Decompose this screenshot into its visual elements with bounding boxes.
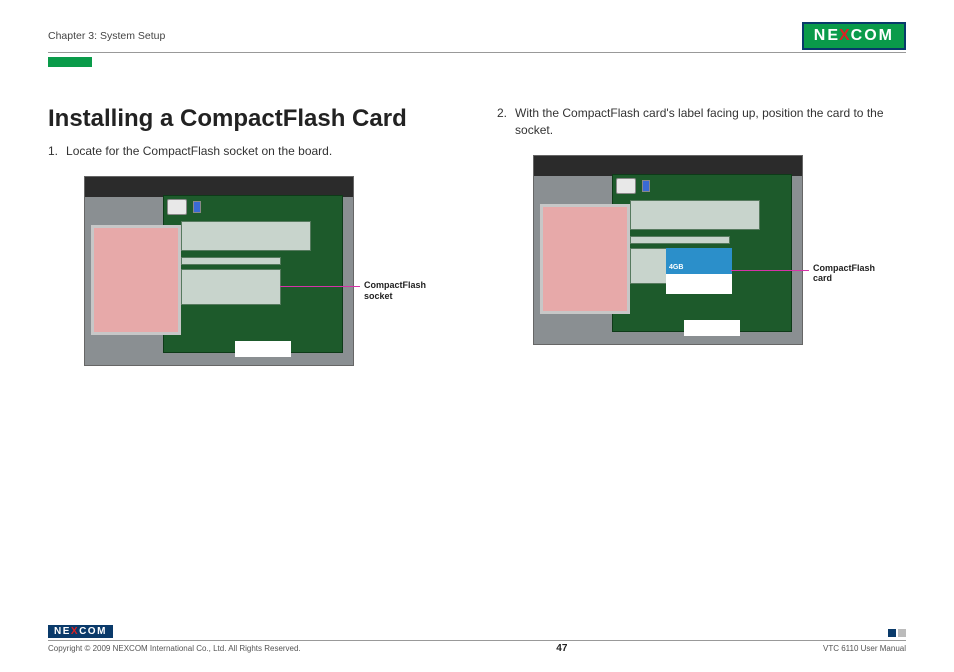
page-footer: NEXCOM Copyright © 2009 NEXCOM Internati… — [48, 621, 906, 654]
callout-2: CompactFlash card — [813, 263, 883, 285]
step-2: 2. With the CompactFlash card's label fa… — [497, 105, 906, 139]
brand-logo: NEXCOM — [802, 22, 906, 50]
board-photo-1 — [84, 176, 354, 366]
footer-logo: NEXCOM — [48, 625, 113, 638]
logo-text-right: COM — [851, 27, 894, 45]
content-area: Installing a CompactFlash Card 1. Locate… — [48, 105, 906, 366]
step-1: 1. Locate for the CompactFlash socket on… — [48, 143, 457, 160]
copyright-text: Copyright © 2009 NEXCOM International Co… — [48, 644, 301, 653]
figure-2: 4GB CompactFlash card — [533, 155, 873, 345]
left-column: Installing a CompactFlash Card 1. Locate… — [48, 105, 457, 366]
callout-1-line2: socket — [364, 291, 393, 301]
callout-2-line2: card — [813, 273, 832, 283]
footer-logo-right: COM — [79, 626, 107, 637]
footer-logo-x: X — [71, 626, 79, 637]
logo-text-left: NE — [814, 27, 840, 45]
cf-capacity-label: 4GB — [669, 264, 683, 271]
step-1-text: Locate for the CompactFlash socket on th… — [66, 143, 332, 160]
callout-line-1 — [280, 286, 360, 287]
footer-squares-icon — [888, 629, 906, 637]
footer-logo-left: NE — [54, 626, 71, 637]
manual-name: VTC 6110 User Manual — [823, 644, 906, 653]
callout-1: CompactFlash socket — [364, 280, 434, 302]
callout-line-2 — [731, 270, 809, 271]
step-2-number: 2. — [497, 105, 507, 139]
page-number: 47 — [556, 643, 567, 654]
board-photo-2: 4GB — [533, 155, 803, 345]
section-title: Installing a CompactFlash Card — [48, 105, 457, 133]
callout-1-line1: CompactFlash — [364, 280, 426, 290]
step-1-number: 1. — [48, 143, 58, 160]
page-header: Chapter 3: System Setup NEXCOM — [48, 22, 906, 53]
callout-2-line1: CompactFlash — [813, 263, 875, 273]
figure-1: CompactFlash socket — [84, 176, 424, 366]
chapter-label: Chapter 3: System Setup — [48, 30, 165, 42]
step-2-text: With the CompactFlash card's label facin… — [515, 105, 906, 139]
right-column: 2. With the CompactFlash card's label fa… — [497, 105, 906, 366]
header-accent-tab — [48, 57, 92, 67]
